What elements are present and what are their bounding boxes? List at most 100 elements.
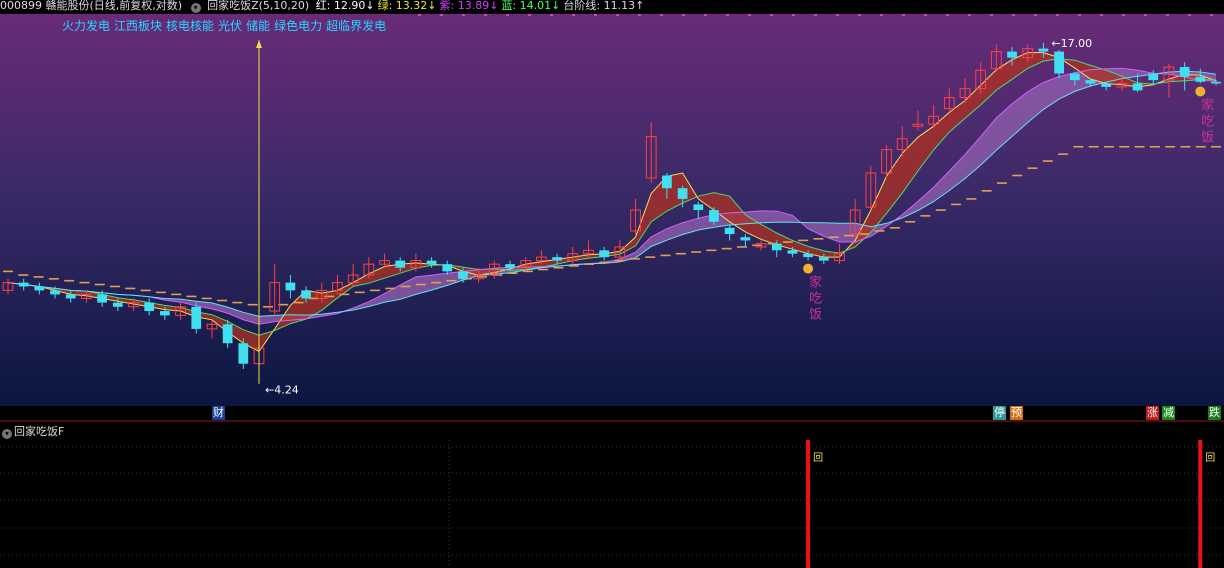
sub-chart-bars: 回回 xyxy=(806,440,1215,568)
top-marker xyxy=(726,14,729,16)
candle-body xyxy=(724,227,735,235)
event-tag-5[interactable]: 跌 xyxy=(1208,406,1221,420)
candle-body xyxy=(505,264,515,268)
top-marker xyxy=(902,14,905,16)
main-chart-background xyxy=(0,14,1224,406)
candle-body xyxy=(65,294,76,299)
money-bag-icon xyxy=(1195,86,1206,97)
top-marker xyxy=(638,14,641,16)
signal-bar xyxy=(1198,440,1203,568)
candle-body xyxy=(18,282,29,287)
sector-tag-1[interactable]: 江西板块 xyxy=(114,19,162,33)
top-marker xyxy=(968,14,971,16)
candle-body xyxy=(50,290,60,295)
top-marker xyxy=(990,14,993,16)
candle-body xyxy=(144,302,155,312)
indicator-value-2: 紫: 13.89↓ xyxy=(439,0,499,12)
candle-body xyxy=(709,210,719,222)
event-tag-0[interactable]: 财 xyxy=(212,406,225,420)
top-marker xyxy=(1144,14,1147,16)
top-marker xyxy=(1056,14,1059,16)
chart-main: ←4.24 ←17.00 家吃饭家吃饭 回回 000899 赣能股份(日线,前复权,… xyxy=(0,0,1224,568)
candle-body xyxy=(1101,83,1112,87)
signal-text-char: 家 xyxy=(1201,98,1214,114)
candle-body xyxy=(787,250,798,254)
top-marker xyxy=(418,14,421,16)
top-marker xyxy=(792,14,795,16)
money-bag-icon xyxy=(803,263,814,274)
signal-label: 回 xyxy=(1205,452,1215,464)
candle-body xyxy=(1132,83,1143,91)
candle-body xyxy=(160,311,170,316)
candle-body xyxy=(818,257,829,261)
chevron-down-icon[interactable]: ▾ xyxy=(2,429,12,439)
event-tag-3[interactable]: 涨 xyxy=(1146,406,1159,420)
candle-body xyxy=(285,282,296,291)
sector-tag-6[interactable]: 超临界发电 xyxy=(326,19,386,33)
top-marker xyxy=(1078,14,1081,16)
chart-header: 000899 赣能股份(日线,前复权,对数) ▾ 回家吃饭Z(5,10,20) … xyxy=(0,0,1224,14)
candle-body xyxy=(1069,73,1080,81)
stock-title[interactable]: 000899 赣能股份(日线,前复权,对数) xyxy=(0,0,182,12)
sector-tag-5[interactable]: 绿色电力 xyxy=(274,19,322,33)
sector-tag-0[interactable]: 火力发电 xyxy=(62,19,110,33)
candle-body xyxy=(1211,81,1221,84)
top-marker xyxy=(1034,14,1037,16)
candle-body xyxy=(426,260,437,265)
event-tag-4[interactable]: 减 xyxy=(1162,406,1175,420)
candle-body xyxy=(222,324,233,344)
sector-tag-3[interactable]: 光伏 xyxy=(218,19,242,33)
top-marker xyxy=(462,14,465,16)
top-marker xyxy=(858,14,861,16)
candlestick-chart[interactable]: ←4.24←17.00家吃饭家吃饭 回回 xyxy=(0,0,1224,568)
candle-body xyxy=(97,294,107,303)
top-marker xyxy=(1166,14,1169,16)
indicator-values: 红: 12.90↓ 绿: 13.32↓ 紫: 13.89↓ 蓝: 14.01↓ 台阶线:… xyxy=(316,0,648,12)
event-tag-2[interactable]: 预 xyxy=(1010,406,1023,420)
candle-body xyxy=(1085,80,1096,84)
candle-body xyxy=(803,253,813,258)
candle-body xyxy=(1195,76,1206,82)
top-marker xyxy=(770,14,773,16)
candle-body xyxy=(740,237,751,241)
sub-chart-grid xyxy=(0,440,1224,568)
sector-tags: 火力发电 江西板块 核电核能 光伏 储能 绿色电力 超临界发电 xyxy=(62,17,390,34)
candle-body xyxy=(552,257,562,261)
candle-body xyxy=(238,343,249,364)
signal-bar xyxy=(806,440,811,568)
indicator-name[interactable]: 回家吃饭Z(5,10,20) xyxy=(207,0,309,12)
top-marker xyxy=(528,14,531,16)
top-marker xyxy=(550,14,553,16)
candle-body xyxy=(1007,51,1017,58)
sub-chart-title[interactable]: 回家吃饭F xyxy=(14,425,64,438)
candle-body xyxy=(693,204,704,211)
sector-tag-2[interactable]: 核电核能 xyxy=(166,19,214,33)
signal-text-char: 吃 xyxy=(1201,114,1214,130)
low-price-label: ←4.24 xyxy=(265,384,299,397)
candle-body xyxy=(301,290,311,299)
indicator-value-4: 台阶线: 11.13↑ xyxy=(563,0,645,12)
event-tag-1[interactable]: 停 xyxy=(993,406,1006,420)
indicator-value-1: 绿: 13.32↓ xyxy=(377,0,437,12)
top-marker xyxy=(946,14,949,16)
top-marker xyxy=(1122,14,1125,16)
top-marker xyxy=(660,14,663,16)
candle-body xyxy=(34,286,45,291)
top-marker xyxy=(1188,14,1191,16)
top-marker xyxy=(748,14,751,16)
top-marker xyxy=(1100,14,1103,16)
candle-body xyxy=(442,264,453,272)
candle-body xyxy=(458,271,468,279)
candle-body xyxy=(1038,48,1049,52)
candle-body xyxy=(191,306,202,329)
candle-body xyxy=(1054,51,1064,74)
top-marker xyxy=(682,14,685,16)
candle-body xyxy=(1148,73,1159,81)
sector-tag-4[interactable]: 储能 xyxy=(246,19,270,33)
chevron-down-icon[interactable]: ▾ xyxy=(190,3,201,13)
high-price-label: ←17.00 xyxy=(1051,37,1092,50)
signal-label: 回 xyxy=(813,452,823,464)
signal-text-char: 家 xyxy=(809,275,822,291)
bottom-strip xyxy=(0,406,1224,420)
candle-body xyxy=(112,302,123,307)
